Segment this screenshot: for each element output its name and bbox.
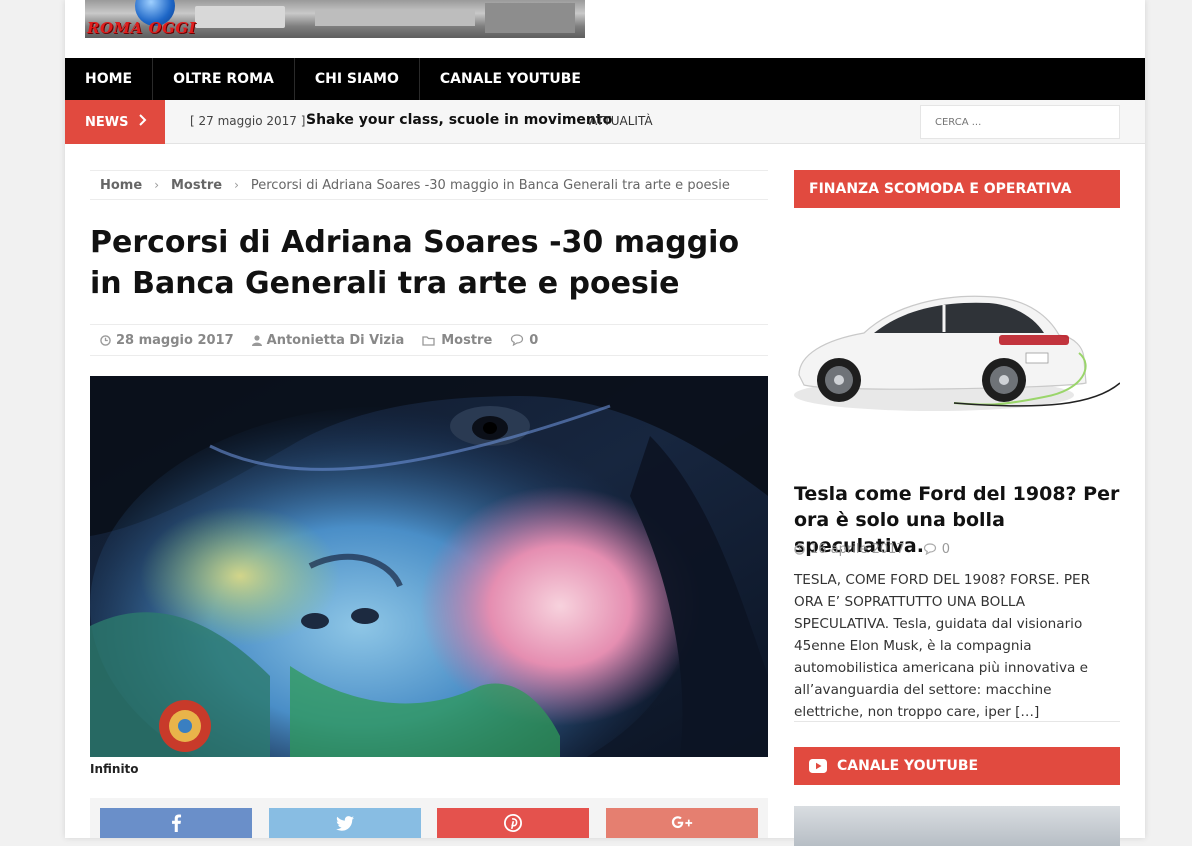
user-icon [251,334,262,346]
google-plus-icon [671,816,693,829]
breadcrumb-section-link[interactable]: Mostre [171,178,222,193]
clock-icon [100,334,111,346]
excerpt-text: TESLA, COME FORD DEL 1908? FORSE. PER OR… [794,572,1091,720]
pinterest-icon [504,814,522,832]
banner-decoration [315,10,475,26]
youtube-video-thumbnail[interactable] [794,806,1120,846]
folder-icon [422,335,435,346]
comment-icon [923,543,936,555]
share-facebook-button[interactable] [100,808,252,838]
read-more-link[interactable]: […] [1015,704,1039,720]
search-input[interactable] [920,105,1120,139]
nav-item-chi-siamo[interactable]: CHI SIAMO [295,58,420,100]
site-banner[interactable]: ROMA OGGI [85,0,585,38]
main-nav: HOME OLTRE ROMA CHI SIAMO CANALE YOUTUBE [65,58,1145,100]
chevron-right-icon [138,114,147,130]
post-category[interactable]: Mostre [422,333,492,348]
site-logo-text: ROMA OGGI [87,19,197,37]
featured-image[interactable] [90,376,768,757]
post-meta: 28 maggio 2017 Antonietta Di Vizia Mostr… [90,324,768,356]
sidebar-post-date: 16 aprile 2017 [794,542,905,557]
tesla-car-image[interactable] [794,225,1120,445]
breadcrumb-current: Percorsi di Adriana Soares -30 maggio in… [250,177,730,193]
post-comments[interactable]: 0 [510,333,538,348]
widget-heading-text: FINANZA SCOMODA E OPERATIVA [809,181,1072,197]
news-label: NEWS [65,100,165,144]
ticker-date: [ 27 maggio 2017 ] [190,114,306,128]
image-caption: Infinito [90,762,139,776]
breadcrumb: Home › Mostre › Percorsi di Adriana Soar… [90,170,768,200]
breadcrumb-home-link[interactable]: Home [100,178,142,193]
post-date-text: 28 maggio 2017 [116,332,234,348]
widget-heading-finanza: FINANZA SCOMODA E OPERATIVA [794,170,1120,208]
breadcrumb-separator-icon: › [234,178,239,192]
sidebar-post-excerpt: TESLA, COME FORD DEL 1908? FORSE. PER OR… [794,569,1120,723]
ticker-category-link[interactable]: ATTUALITÀ [589,114,653,128]
comment-icon [511,334,524,346]
share-twitter-button[interactable] [269,808,421,838]
share-google-plus-button[interactable] [606,808,758,838]
youtube-icon [809,759,827,773]
post-author-link[interactable]: Antonietta Di Vizia [267,333,405,348]
widget-heading-youtube: CANALE YOUTUBE [794,747,1120,785]
banner-decoration [485,3,575,33]
nav-item-oltre-roma[interactable]: OLTRE ROMA [153,58,295,100]
sidebar-divider [794,721,1120,722]
ticker-headline-link[interactable]: Shake your class, scuole in movimento [306,112,612,128]
facebook-icon [172,814,182,832]
breadcrumb-separator-icon: › [154,178,159,192]
post-date: 28 maggio 2017 [100,333,234,348]
news-ticker: NEWS [ 27 maggio 2017 ] Shake your class… [65,100,1145,144]
share-bar [90,798,768,838]
share-pinterest-button[interactable] [437,808,589,838]
nav-item-canale-youtube[interactable]: CANALE YOUTUBE [420,58,601,100]
post-comments-count[interactable]: 0 [529,333,538,348]
widget-heading-text: CANALE YOUTUBE [837,758,979,774]
page-title: Percorsi di Adriana Soares -30 maggio in… [90,225,740,301]
sidebar-post-comments[interactable]: 0 [923,542,950,557]
banner-decoration [195,6,285,28]
clock-icon [794,543,805,555]
sidebar-post-date-text: 16 aprile 2017 [810,541,905,557]
sidebar-post-meta: 16 aprile 2017 0 [794,540,1120,558]
nav-item-home[interactable]: HOME [65,58,154,100]
twitter-icon [336,815,354,831]
news-label-text: NEWS [85,114,129,130]
post-category-link[interactable]: Mostre [441,333,492,348]
sidebar-post-comments-count[interactable]: 0 [942,542,950,557]
site-container: ROMA OGGI HOME OLTRE ROMA CHI SIAMO CANA… [65,0,1145,846]
post-author[interactable]: Antonietta Di Vizia [251,333,405,348]
